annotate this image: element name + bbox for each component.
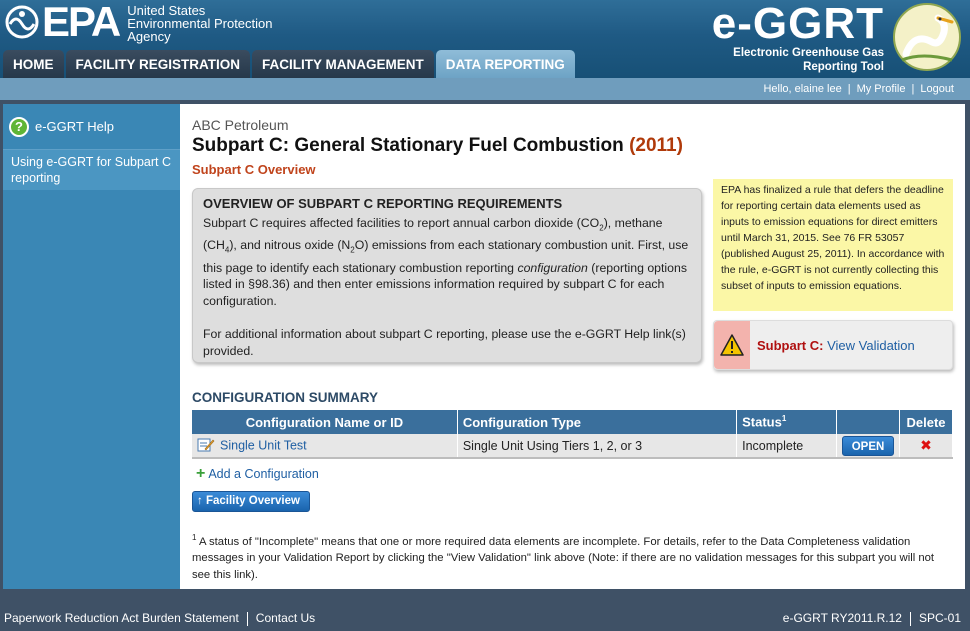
nav-tab-facility-management[interactable]: FACILITY MANAGEMENT [252,50,434,78]
rule-deferral-notice: EPA has finalized a rule that defers the… [713,179,953,311]
help-icon: ? [9,116,29,137]
col-status: Status1 [736,410,837,434]
add-configuration-label: Add a Configuration [208,467,319,481]
cell-action: OPEN [836,434,900,459]
nav-tab-home[interactable]: HOME [3,50,64,78]
validation-label: Subpart C: [757,337,824,353]
nav-tab-data-reporting[interactable]: DATA REPORTING [435,50,575,78]
cell-config-name: Single Unit Test [192,434,458,459]
version-text: e-GGRT RY2011.R.12 [782,611,902,625]
facility-overview-button[interactable]: ↑ Facility Overview [192,491,310,512]
table-header-row: Configuration Name or ID Configuration T… [192,410,953,434]
page-title: Subpart C: General Stationary Fuel Combu… [192,135,683,157]
site-footer: Paperwork Reduction Act Burden Statement… [0,605,970,631]
plus-icon: + [196,465,206,482]
overview-heading: OVERVIEW OF SUBPART C REPORTING REQUIREM… [203,196,563,211]
agency-line-2: Environmental Protection [127,15,273,31]
nav-tab-facility-registration[interactable]: FACILITY REGISTRATION [65,50,251,78]
page-title-text: Subpart C: General Stationary Fuel Combu… [192,135,624,156]
configuration-summary-heading: CONFIGURATION SUMMARY [192,390,378,405]
agency-name: United States Environmental Protection A… [127,4,272,43]
reporting-year: (2011) [629,135,683,156]
epa-flower-icon [4,4,40,40]
edit-config-icon[interactable] [197,437,215,455]
config-name-link[interactable]: Single Unit Test [220,438,307,452]
overview-box: OVERVIEW OF SUBPART C REPORTING REQUIREM… [192,188,702,363]
overview-paragraph-1: Subpart C requires affected facilities t… [203,216,689,309]
configuration-table: Configuration Name or ID Configuration T… [192,410,953,459]
main-nav: HOME FACILITY REGISTRATION FACILITY MANA… [3,50,577,78]
epa-logo[interactable]: EPA United States Environmental Protecti… [4,0,273,45]
delete-icon[interactable]: ✖ [920,437,932,453]
col-config-name: Configuration Name or ID [192,410,458,434]
arrow-up-icon: ↑ [197,495,203,507]
main-content: ABC Petroleum Subpart C: General Station… [180,104,965,589]
cell-status: Incomplete [736,434,837,459]
cell-delete: ✖ [899,434,953,459]
sidebar-help-header[interactable]: ? e-GGRT Help [3,104,180,150]
burden-statement-link[interactable]: Paperwork Reduction Act Burden Statement [4,611,239,625]
validation-box: Subpart C: View Validation [713,320,953,370]
site-header: EPA United States Environmental Protecti… [0,0,970,78]
footer-right: e-GGRT RY2011.R.12 SPC-01 [783,605,961,631]
brand-subtitle-2: Reporting Tool [803,61,884,73]
egret-logo-icon [892,2,962,72]
open-button[interactable]: OPEN [842,435,894,456]
sidebar-help-label: e-GGRT Help [35,119,114,134]
col-action [836,410,900,434]
sidebar-item-subpart-c-help[interactable]: Using e-GGRT for Subpart C reporting [3,150,180,190]
facility-overview-label: Facility Overview [205,495,300,507]
col-delete: Delete [899,410,953,434]
agency-line-1: United States [127,2,206,18]
brand-subtitle-1: Electronic Greenhouse Gas [733,47,884,59]
validation-text: Subpart C: View Validation [757,338,915,353]
epa-wordmark: EPA [42,0,121,45]
contact-us-link[interactable]: Contact Us [256,611,315,625]
agency-line-3: Agency [127,28,171,44]
my-profile-link[interactable]: My Profile [857,83,906,95]
brand-title: e-GGRT [711,0,884,48]
col-config-type: Configuration Type [457,410,738,434]
warning-panel [714,321,750,369]
user-bar: Hello, elaine lee | My Profile | Logout [0,78,970,100]
footer-left: Paperwork Reduction Act Burden Statement… [4,605,315,631]
table-row: Single Unit Test Single Unit Using Tiers… [192,434,953,459]
view-validation-link[interactable]: View Validation [827,338,915,353]
warning-icon [720,334,744,356]
organization-name: ABC Petroleum [192,117,289,133]
sidebar: ? e-GGRT Help Using e-GGRT for Subpart C… [3,104,180,589]
page-id: SPC-01 [918,611,961,625]
egggrt-brand: e-GGRT Electronic Greenhouse Gas Reporti… [712,2,884,74]
overview-paragraph-2: For additional information about subpart… [203,326,686,358]
greeting-text: Hello, elaine lee [763,83,842,95]
page-subtitle: Subpart C Overview [192,162,316,177]
cell-config-type: Single Unit Using Tiers 1, 2, or 3 [457,434,738,459]
add-configuration-link[interactable]: + Add a Configuration [196,465,319,482]
footnote: 1 A status of "Incomplete" means that on… [192,533,935,581]
logout-link[interactable]: Logout [920,83,954,95]
